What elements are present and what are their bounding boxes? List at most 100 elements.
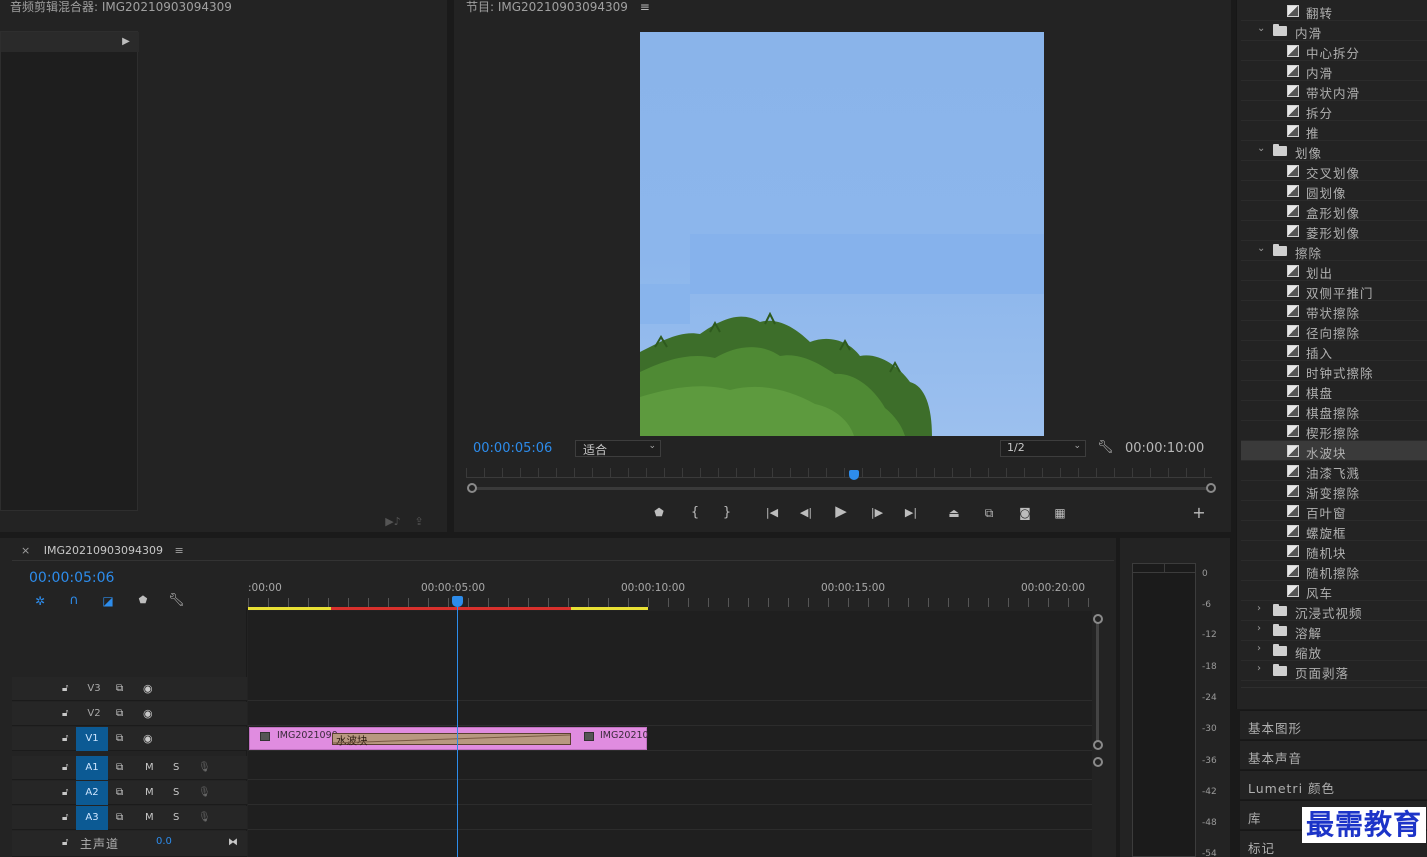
mark-in-icon[interactable]: {: [687, 505, 703, 521]
mark-out-icon[interactable]: }: [719, 505, 735, 521]
track-lane-a2[interactable]: [248, 781, 1092, 805]
master-volume-value[interactable]: 0.0: [156, 836, 172, 847]
effects-folder[interactable]: › 沉浸式视频: [1241, 601, 1427, 621]
comparison-view-icon[interactable]: ▦: [1050, 505, 1070, 521]
effects-folder[interactable]: › 溶解: [1241, 621, 1427, 641]
program-mini-ruler[interactable]: [466, 468, 1212, 478]
chevron-right-icon[interactable]: ›: [1257, 623, 1261, 634]
work-area-in-bar[interactable]: [248, 607, 331, 610]
sync-lock-icon[interactable]: ⧉: [116, 702, 123, 726]
lock-icon[interactable]: 🔓︎: [62, 781, 68, 805]
effects-item[interactable]: 双侧平推门: [1241, 281, 1427, 301]
panel-essential-sound[interactable]: 基本声音: [1240, 740, 1427, 769]
panel-lumetri-color[interactable]: Lumetri 颜色: [1240, 770, 1427, 799]
effects-item[interactable]: 楔形擦除: [1241, 421, 1427, 441]
effects-item[interactable]: 径向擦除: [1241, 321, 1427, 341]
eye-icon[interactable]: ◉: [143, 677, 153, 701]
linked-selection-icon[interactable]: ◪: [100, 593, 116, 609]
effects-item[interactable]: 翻转: [1241, 1, 1427, 21]
effects-folder[interactable]: ⌄ 内滑: [1241, 21, 1427, 41]
track-target-a2[interactable]: A2: [76, 781, 108, 805]
solo-button[interactable]: S: [173, 806, 179, 830]
timeline-vscroll[interactable]: [1096, 618, 1099, 745]
close-icon[interactable]: ×: [21, 544, 30, 557]
solo-button[interactable]: S: [173, 781, 179, 805]
track-lane-v2[interactable]: [248, 702, 1092, 726]
chevron-right-icon[interactable]: ›: [1257, 663, 1261, 674]
lift-icon[interactable]: ⏏: [944, 505, 964, 521]
lock-icon[interactable]: 🔓︎: [62, 727, 68, 751]
mute-button[interactable]: M: [145, 756, 154, 780]
track-target-v1[interactable]: V1: [76, 727, 108, 751]
snap-magnet-icon[interactable]: ∩: [66, 593, 82, 609]
panel-essential-graphics[interactable]: 基本图形: [1240, 710, 1427, 739]
effects-item[interactable]: 带状擦除: [1241, 301, 1427, 321]
effects-item[interactable]: 交叉划像: [1241, 161, 1427, 181]
sync-lock-icon[interactable]: ⧉: [116, 781, 123, 805]
step-back-icon[interactable]: ◀|: [797, 505, 815, 521]
lock-icon[interactable]: 🔓︎: [62, 831, 68, 855]
effects-folder[interactable]: › 页面剥落: [1241, 661, 1427, 681]
effects-item[interactable]: 划出: [1241, 261, 1427, 281]
nest-icon[interactable]: ✲: [32, 593, 48, 609]
mute-button[interactable]: M: [145, 806, 154, 830]
chevron-right-icon[interactable]: ›: [1257, 643, 1261, 654]
chevron-right-icon[interactable]: ›: [1257, 603, 1261, 614]
track-lane-a1[interactable]: [248, 756, 1092, 780]
effects-item[interactable]: 棋盘: [1241, 381, 1427, 401]
effects-item[interactable]: 螺旋框: [1241, 521, 1427, 541]
expand-arrow-icon[interactable]: ▶: [119, 34, 133, 50]
microphone-icon[interactable]: 🎙︎: [198, 756, 211, 780]
program-playhead[interactable]: [848, 470, 859, 480]
step-forward-icon[interactable]: |▶: [868, 505, 886, 521]
effects-item[interactable]: 渐变擦除: [1241, 481, 1427, 501]
program-scrollbar[interactable]: [472, 487, 1210, 490]
effects-item[interactable]: 圆划像: [1241, 181, 1427, 201]
go-to-end-icon[interactable]: ⧓: [228, 831, 238, 855]
work-area-out-bar[interactable]: [571, 607, 648, 610]
track-lane-v3[interactable]: [248, 677, 1092, 701]
effects-item[interactable]: 盒形划像: [1241, 201, 1427, 221]
chevron-down-icon[interactable]: ⌄: [1257, 143, 1265, 154]
scroll-handle-left[interactable]: [467, 483, 477, 493]
lock-icon[interactable]: 🔓︎: [62, 677, 68, 701]
chevron-down-icon[interactable]: ⌄: [1257, 23, 1265, 34]
time-ruler-ticks[interactable]: [248, 598, 1092, 607]
sync-lock-icon[interactable]: ⧉: [116, 756, 123, 780]
microphone-icon[interactable]: 🎙︎: [198, 781, 211, 805]
mute-button[interactable]: M: [145, 781, 154, 805]
extract-icon[interactable]: ⧉: [979, 505, 999, 521]
track-target-a1[interactable]: A1: [76, 756, 108, 780]
go-to-out-icon[interactable]: ▶|: [902, 505, 920, 521]
camera-icon[interactable]: ◙: [1016, 505, 1034, 521]
effects-folder[interactable]: ⌄ 划像: [1241, 141, 1427, 161]
add-marker-icon[interactable]: ⬟: [651, 505, 667, 521]
fit-dropdown[interactable]: 适合 ⌄: [575, 440, 661, 457]
scroll-handle-right[interactable]: [1206, 483, 1216, 493]
track-lane-a3[interactable]: [248, 806, 1092, 830]
resolution-dropdown[interactable]: 1/2 ⌄: [1000, 440, 1086, 457]
transition-block[interactable]: 水波块: [332, 733, 571, 747]
effects-item[interactable]: 菱形划像: [1241, 221, 1427, 241]
scroll-handle-bottom[interactable]: [1093, 740, 1103, 750]
effects-item[interactable]: 拆分: [1241, 101, 1427, 121]
eye-icon[interactable]: ◉: [143, 702, 153, 726]
effects-item[interactable]: 百叶窗: [1241, 501, 1427, 521]
effects-item[interactable]: 水波块: [1241, 441, 1427, 461]
scroll-handle-audio[interactable]: [1093, 757, 1103, 767]
lock-icon[interactable]: 🔓︎: [62, 806, 68, 830]
program-timecode[interactable]: 00:00:05:06: [473, 441, 552, 456]
effects-item[interactable]: 中心拆分: [1241, 41, 1427, 61]
lock-icon[interactable]: 🔓︎: [62, 756, 68, 780]
effects-item[interactable]: 随机擦除: [1241, 561, 1427, 581]
effects-folder[interactable]: › 缩放: [1241, 641, 1427, 661]
sync-lock-icon[interactable]: ⧉: [116, 806, 123, 830]
audio-export-icon[interactable]: ▶♪: [384, 514, 402, 530]
effects-item[interactable]: 带状内滑: [1241, 81, 1427, 101]
solo-button[interactable]: S: [173, 756, 179, 780]
wrench-icon[interactable]: 🔧︎: [1097, 440, 1114, 456]
lock-icon[interactable]: 🔓︎: [62, 702, 68, 726]
sync-lock-icon[interactable]: ⧉: [116, 727, 123, 751]
effects-item[interactable]: 风车: [1241, 581, 1427, 601]
track-target-a3[interactable]: A3: [76, 806, 108, 830]
